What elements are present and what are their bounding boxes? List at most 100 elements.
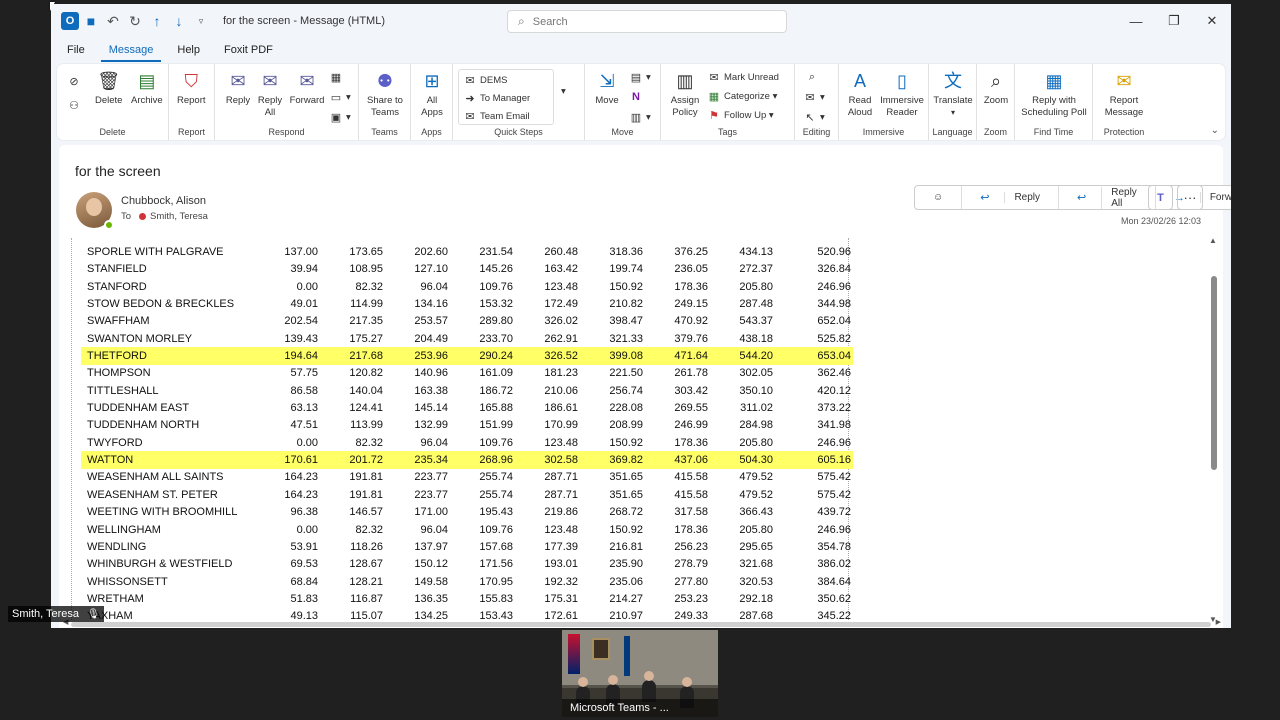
zoom-label: Zoom	[983, 95, 1009, 106]
quick-steps-expand-icon[interactable]: ▾	[561, 86, 566, 97]
reply-button[interactable]: ✉ Reply	[223, 69, 253, 107]
reply-action-button[interactable]: ↩ Reply	[961, 186, 1058, 209]
delete-label: Delete	[95, 95, 123, 106]
rules-icon[interactable]: ▤ ▾	[629, 70, 651, 84]
archive-button[interactable]: ▤ Archive	[131, 69, 163, 107]
row-value: 115.07	[350, 610, 383, 620]
row-value: 161.09	[479, 367, 513, 380]
categorize-button[interactable]: ▦ Categorize ▾	[707, 89, 778, 103]
follow-up-button[interactable]: ⚑ Follow Up ▾	[707, 108, 774, 122]
tab-message[interactable]: Message	[100, 40, 162, 62]
save-icon[interactable]: ■	[81, 10, 101, 32]
translate-button[interactable]: 文 Translate ▾	[933, 69, 973, 119]
zoom-button[interactable]: ⌕ Zoom	[981, 69, 1011, 107]
table-row: TUDDENHAM EAST 63.13 124.41 145.14 165.88 186…	[81, 399, 853, 416]
mark-unread-button[interactable]: ✉ Mark Unread	[707, 70, 779, 84]
group-respond: ✉ Reply ✉ Reply All ✉ Forward ▦ ▭ ▾ ▣ ▾ Re…	[215, 64, 359, 140]
delete-button[interactable]: 🗑 Delete	[95, 69, 122, 107]
teams-chat-button[interactable]: T	[1148, 185, 1173, 210]
table-row: WEASENHAM ST. PETER 164.23 191.81 223.77 255…	[81, 486, 853, 503]
report-button[interactable]: ⛉ Report	[177, 69, 206, 107]
scroll-right-icon[interactable]: ▶	[1216, 618, 1221, 626]
reply-scheduling-poll-button[interactable]: ▦ Reply with Scheduling Poll	[1021, 69, 1087, 119]
undo-icon[interactable]: ↶	[103, 10, 123, 32]
search-box[interactable]: ⌕ Search	[507, 10, 787, 33]
close-icon[interactable]: ✕	[1193, 4, 1231, 38]
meeting-icon[interactable]: ▦	[329, 70, 346, 84]
customize-toolbar-icon[interactable]: ▿	[191, 10, 211, 32]
ribbon-collapse-icon[interactable]: ⌄	[1211, 125, 1219, 136]
horizontal-scrollbar[interactable]: ◀ ▶	[63, 619, 1221, 627]
share-to-teams-button[interactable]: ⚉ Share to Teams	[363, 69, 407, 119]
table-row: WELLINGHAM 0.00 82.32 96.04 109.76 123.48 150.…	[81, 521, 853, 538]
row-value: 420.12	[817, 384, 851, 397]
quick-step-dems-label: DEMS	[480, 74, 508, 86]
report-label: Report	[177, 95, 206, 106]
report-message-button[interactable]: ✉ Report Message	[1099, 69, 1149, 119]
window-title: for the screen - Message (HTML)	[223, 15, 385, 27]
row-value: 86.58	[290, 384, 318, 397]
row-parish-name: WHISSONSETT	[87, 575, 168, 588]
vertical-scrollbar[interactable]: ▲ ▼	[1209, 236, 1219, 624]
row-value: 68.84	[290, 575, 318, 588]
group-editing-caption: Editing	[802, 127, 831, 137]
translate-icon: 文	[944, 71, 962, 91]
row-value: 172.61	[544, 610, 578, 620]
scroll-up-icon[interactable]: ▲	[1209, 236, 1217, 245]
find-icon[interactable]: ⌕	[805, 70, 822, 84]
previous-item-icon[interactable]: ↑	[147, 10, 167, 32]
immersive-reader-button[interactable]: ▯ Immersive Reader	[879, 69, 925, 119]
row-value: 575.42	[817, 488, 851, 501]
row-parish-name: STOW BEDON & BRECKLES	[87, 298, 235, 311]
row-value: 150.92	[609, 523, 643, 536]
row-value: 69.53	[290, 558, 318, 571]
row-value: 326.52	[513, 347, 578, 365]
assign-policy-label: Assign Policy	[670, 95, 700, 118]
row-value: 63.13	[290, 402, 318, 415]
emoji-button[interactable]: ☺	[915, 186, 961, 209]
vertical-scroll-thumb[interactable]	[1211, 276, 1217, 470]
archive-label: Archive	[131, 95, 163, 106]
minimize-icon[interactable]: —	[1117, 4, 1155, 38]
tab-help[interactable]: Help	[169, 40, 208, 62]
recipient-name[interactable]: Smith, Teresa	[150, 211, 208, 222]
table-row: TUDDENHAM NORTH 47.51 113.99 132.99 151.99 17…	[81, 417, 853, 434]
select-icon[interactable]: ↖ ▾	[803, 110, 824, 124]
outlook-logo-icon: O	[61, 12, 79, 30]
reply-scheduling-poll-label: Reply with Scheduling Poll	[1021, 95, 1087, 118]
move-button[interactable]: ⇲ Move	[591, 69, 623, 107]
row-value: 177.39	[544, 540, 578, 553]
read-aloud-button[interactable]: A Read Aloud	[843, 69, 877, 119]
crest-picture	[592, 638, 610, 660]
row-parish-name: WRETHAM	[87, 592, 144, 605]
tab-foxit-pdf[interactable]: Foxit PDF	[216, 40, 281, 62]
all-apps-button[interactable]: ⊞ All Apps	[417, 69, 447, 119]
junk-icon[interactable]: ⚇	[67, 98, 84, 112]
forward-button[interactable]: ✉ Forward	[289, 69, 325, 107]
quick-step-team-email[interactable]: ✉ Team Email	[463, 109, 529, 123]
row-value: 269.55	[674, 402, 708, 415]
row-value: 326.84	[817, 263, 851, 276]
related-icon[interactable]: ✉ ▾	[803, 90, 824, 104]
onenote-icon[interactable]: N	[629, 90, 646, 104]
reply-all-button[interactable]: ✉ Reply All	[255, 69, 285, 119]
quick-step-to-manager[interactable]: ➜ To Manager	[463, 91, 530, 105]
row-value: 321.68	[739, 558, 773, 571]
ignore-icon[interactable]: ⊘	[67, 74, 84, 88]
table-row: THOMPSON 57.75 120.82 140.96 161.09 181.23 221…	[81, 365, 853, 382]
sender-name[interactable]: Chubbock, Alison	[121, 195, 206, 207]
group-immersive: A Read Aloud ▯ Immersive Reader Immersiv…	[839, 64, 929, 140]
row-value: 165.88	[479, 402, 513, 415]
more-respond-icon[interactable]: ▣ ▾	[329, 110, 351, 124]
more-actions-button[interactable]: ···	[1177, 185, 1203, 210]
reply-all-action-button[interactable]: ↩ Reply All	[1058, 186, 1155, 209]
restore-icon[interactable]: ❐	[1155, 4, 1193, 38]
quick-step-dems[interactable]: ✉ DEMS	[463, 73, 507, 87]
assign-policy-button[interactable]: ▥ Assign Policy	[667, 69, 703, 119]
actions-icon[interactable]: ▥ ▾	[629, 110, 651, 124]
im-icon[interactable]: ▭ ▾	[329, 90, 351, 104]
video-thumbnail[interactable]: Microsoft Teams - ...	[562, 630, 718, 717]
redo-icon[interactable]: ↻	[125, 10, 145, 32]
tab-file[interactable]: File	[59, 40, 93, 62]
next-item-icon[interactable]: ↓	[169, 10, 189, 32]
